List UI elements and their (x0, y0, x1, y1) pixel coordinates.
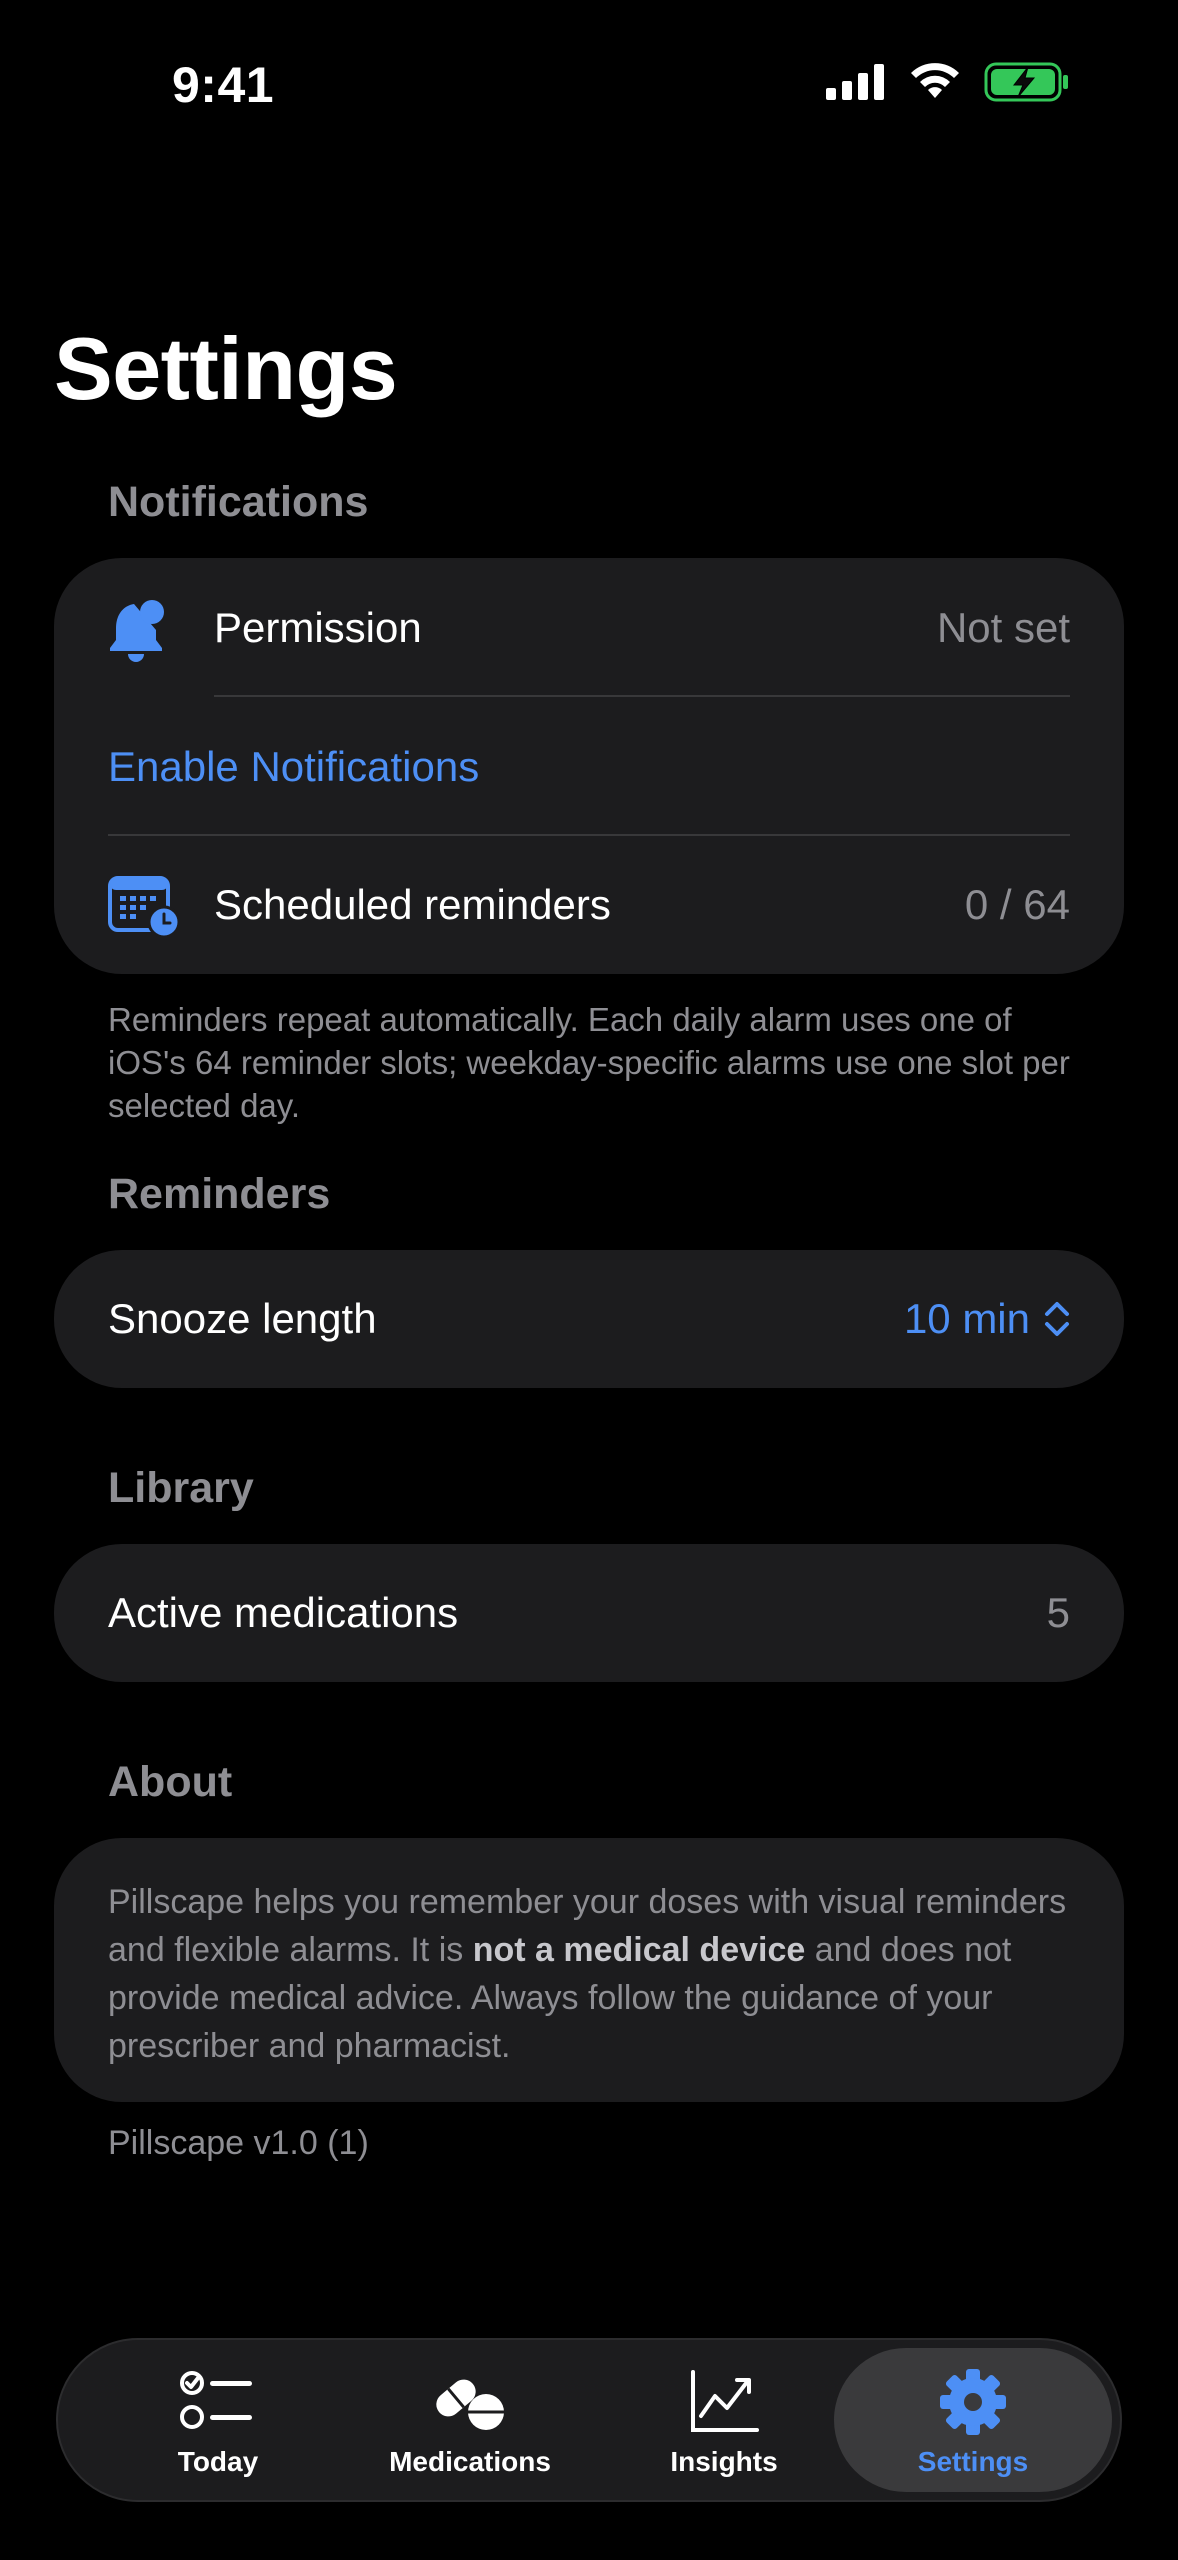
chevron-up-down-icon (1045, 1302, 1069, 1336)
active-medications-count: 5 (1046, 1589, 1070, 1636)
page-title: Settings (54, 319, 398, 418)
section-header-library: Library (108, 1464, 254, 1512)
tab-medications[interactable]: Medications (370, 2340, 570, 2500)
notifications-card: Permission Not set Enable Notifications (54, 558, 1124, 974)
tab-label: Settings (917, 2446, 1029, 2477)
tab-label: Today (177, 2446, 259, 2477)
cellular-signal-icon (826, 64, 884, 100)
checklist-icon (180, 2371, 252, 2429)
status-bar: 9:41 (0, 0, 1178, 170)
snooze-length-label: Snooze length (108, 1295, 377, 1342)
app-version: Pillscape v1.0 (1) (108, 2124, 369, 2162)
status-icons (826, 62, 1070, 102)
tab-bar: Today Medications Insights Settings (56, 2338, 1122, 2502)
section-header-notifications: Notifications (108, 478, 369, 526)
section-header-reminders: Reminders (108, 1170, 331, 1218)
about-card: Pillscape helps you remember your doses … (54, 1838, 1124, 2102)
tab-label: Insights (670, 2446, 778, 2477)
snooze-length-picker[interactable]: 10 min (904, 1295, 1070, 1343)
active-medications-row[interactable]: Active medications 5 (54, 1544, 1124, 1682)
about-text: Pillscape helps you remember your doses … (108, 1878, 1068, 2070)
library-card: Active medications 5 (54, 1544, 1124, 1682)
active-medications-label: Active medications (108, 1589, 459, 1636)
scheduled-reminders-value: 0 / 64 (964, 881, 1070, 928)
snooze-length-row[interactable]: Snooze length 10 min (54, 1250, 1124, 1388)
status-time: 9:41 (172, 57, 275, 113)
snooze-length-value: 10 min (903, 1295, 1030, 1342)
reminders-card: Snooze length 10 min (54, 1250, 1124, 1388)
wifi-icon (911, 63, 959, 98)
gear-icon (940, 2369, 1006, 2435)
notifications-footnote: Reminders repeat automatically. Each dai… (108, 1001, 1070, 1124)
permission-value: Not set (936, 604, 1070, 651)
battery-charging-icon (984, 62, 1068, 102)
scheduled-reminders-row: Scheduled reminders 0 / 64 (54, 836, 1124, 974)
tab-label: Medications (389, 2446, 551, 2477)
section-header-about: About (108, 1758, 233, 1806)
chart-line-icon (691, 2370, 759, 2432)
bell-badge-icon (110, 600, 164, 662)
permission-label: Permission (214, 604, 422, 651)
permission-row[interactable]: Permission Not set (54, 558, 1124, 698)
tab-insights[interactable]: Insights (624, 2340, 824, 2500)
about-text-emphasis: not a medical device (472, 1931, 806, 1969)
enable-notifications-label: Enable Notifications (108, 743, 480, 790)
settings-screen: 9:41 Settings Notifications Permission N… (0, 0, 1178, 2560)
pills-icon (436, 2379, 504, 2430)
tab-today[interactable]: Today (118, 2340, 318, 2500)
calendar-clock-icon (108, 876, 180, 938)
scheduled-reminders-label: Scheduled reminders (214, 881, 611, 928)
enable-notifications-button[interactable]: Enable Notifications (54, 698, 1124, 836)
divider (214, 695, 1070, 697)
tab-settings[interactable]: Settings (873, 2340, 1073, 2500)
